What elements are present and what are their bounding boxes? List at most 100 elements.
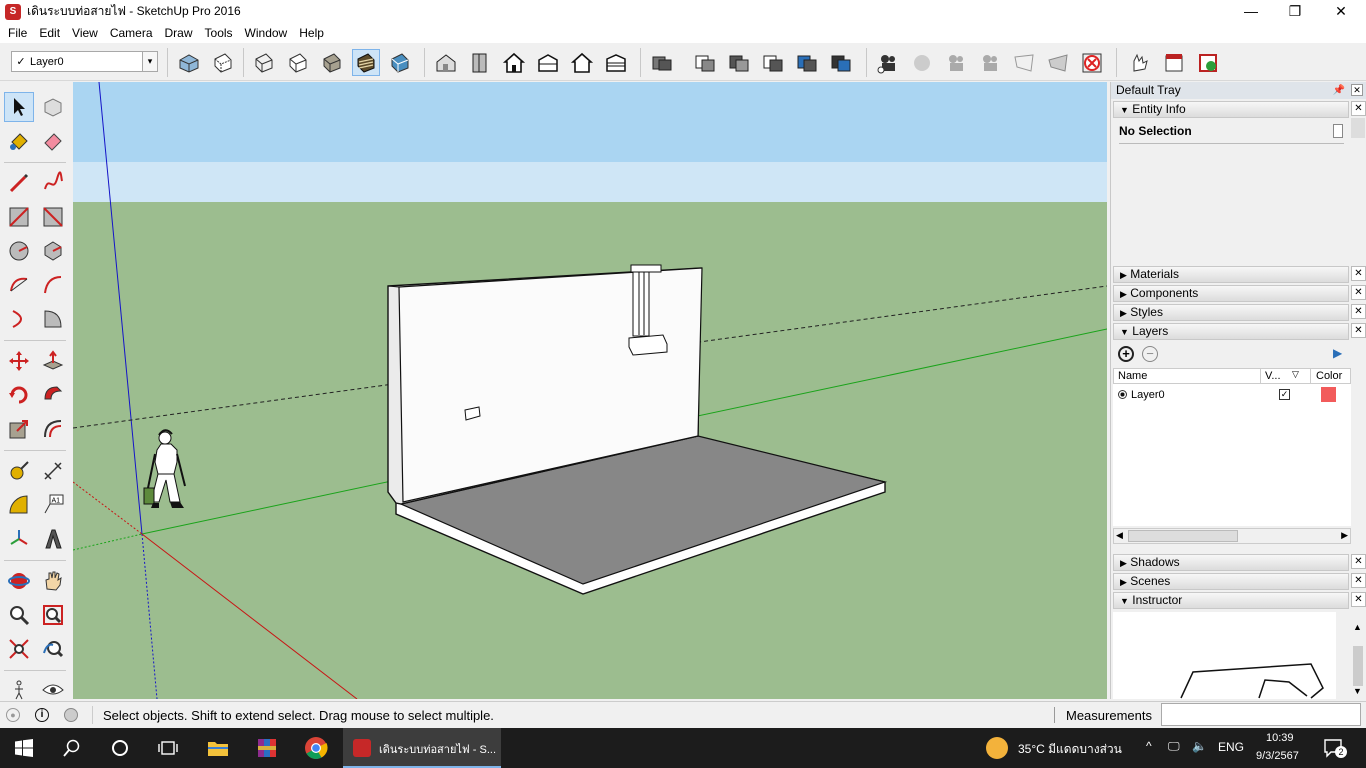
scene-canvas[interactable] <box>73 82 1107 699</box>
follow-me-icon[interactable] <box>38 380 68 410</box>
sketchup-app-icon[interactable]: S <box>5 3 21 20</box>
info-icon[interactable]: i <box>35 708 49 722</box>
menu-camera[interactable]: Camera <box>104 26 159 40</box>
maximize-button[interactable]: ❐ <box>1272 0 1318 23</box>
text-tool-icon[interactable]: A1 <box>38 490 68 520</box>
axes-tool-icon[interactable] <box>4 524 34 554</box>
active-layer-radio[interactable] <box>1118 390 1127 399</box>
two-point-arc-icon[interactable] <box>38 270 68 300</box>
right-view-icon[interactable] <box>534 49 562 76</box>
menu-edit[interactable]: Edit <box>33 26 66 40</box>
pan-tool-icon[interactable] <box>38 566 68 596</box>
scroll-thumb[interactable] <box>1353 646 1363 686</box>
rectangle-tool-icon[interactable] <box>4 202 34 232</box>
tray-close-icon[interactable]: ✕ <box>1351 84 1363 96</box>
scroll-down-icon[interactable]: ▼ <box>1353 686 1362 696</box>
weather-icon[interactable] <box>986 737 1008 759</box>
weather-text[interactable]: 35°C มีแดดบางส่วน <box>1018 740 1122 759</box>
measurements-input[interactable] <box>1161 703 1361 726</box>
protractor-icon[interactable] <box>4 490 34 520</box>
zoom-extents-icon[interactable] <box>4 634 34 664</box>
three-point-arc-icon[interactable] <box>4 304 34 334</box>
file-explorer-button[interactable] <box>194 728 242 768</box>
layer-row[interactable]: Layer0 ✓ <box>1113 387 1351 405</box>
network-icon[interactable]: 🖵 <box>1168 739 1180 754</box>
shaded-style-icon[interactable] <box>318 49 346 76</box>
panel-header-layers[interactable]: ▼ Layers ✕ <box>1113 323 1366 340</box>
clock-date[interactable]: 9/3/2567 <box>1256 750 1299 762</box>
camera-frustum-icon[interactable] <box>976 49 1004 76</box>
xray-style-icon[interactable] <box>175 49 203 76</box>
delete-layer-icon[interactable]: − <box>1142 346 1158 362</box>
freehand-tool-icon[interactable] <box>38 168 68 198</box>
polygon-tool-icon[interactable] <box>38 236 68 266</box>
circle-tool-icon[interactable] <box>4 236 34 266</box>
frustum-lines-icon[interactable] <box>1010 49 1038 76</box>
union-icon[interactable] <box>691 49 719 76</box>
extension-warehouse-icon[interactable] <box>1194 49 1222 76</box>
conduit-pipes[interactable] <box>632 267 650 337</box>
panel-close-icon[interactable]: ✕ <box>1351 592 1366 607</box>
add-layer-icon[interactable]: + <box>1118 346 1134 362</box>
chevron-down-icon[interactable]: ▾ <box>142 52 157 71</box>
panel-close-icon[interactable]: ✕ <box>1351 573 1366 588</box>
offset-tool-icon[interactable] <box>38 414 68 444</box>
scroll-thumb[interactable] <box>1128 530 1238 542</box>
dimension-tool-icon[interactable] <box>38 456 68 486</box>
menu-file[interactable]: File <box>2 26 33 40</box>
select-tool-icon[interactable] <box>4 92 34 122</box>
outer-shell-icon[interactable] <box>648 49 676 76</box>
chrome-button[interactable] <box>292 728 340 768</box>
input-language[interactable]: ENG <box>1218 740 1244 754</box>
zoom-tool-icon[interactable] <box>4 600 34 630</box>
menu-tools[interactable]: Tools <box>199 26 239 40</box>
scroll-right-icon[interactable]: ▶ <box>1341 530 1348 541</box>
panel-header-components[interactable]: ▶ Components ✕ <box>1113 285 1366 302</box>
move-tool-icon[interactable] <box>4 346 34 376</box>
start-button[interactable] <box>0 728 48 768</box>
layer-visible-checkbox[interactable]: ✓ <box>1279 389 1290 400</box>
iso-view-icon[interactable] <box>432 49 460 76</box>
instructor-scrollbar[interactable]: ▲ ▼ <box>1351 612 1365 699</box>
front-view-icon[interactable] <box>500 49 528 76</box>
clear-camera-icon[interactable] <box>1078 49 1106 76</box>
eraser-icon[interactable] <box>38 126 68 156</box>
layer-details-icon[interactable]: ▶ <box>1333 346 1347 362</box>
subtract-icon[interactable] <box>725 49 753 76</box>
panel-close-icon[interactable]: ✕ <box>1351 101 1366 116</box>
push-pull-icon[interactable] <box>38 346 68 376</box>
menu-draw[interactable]: Draw <box>159 26 199 40</box>
rotated-rectangle-icon[interactable] <box>38 202 68 232</box>
shaded-textures-style-icon[interactable] <box>352 49 380 76</box>
panel-header-instructor[interactable]: ▼ Instructor ✕ <box>1113 592 1366 609</box>
col-visible[interactable]: V... <box>1265 370 1281 382</box>
pin-icon[interactable]: 📌 <box>1333 82 1345 99</box>
left-view-icon[interactable] <box>602 49 630 76</box>
entity-scrollbar[interactable] <box>1351 118 1365 138</box>
cortana-button[interactable] <box>96 728 144 768</box>
wireframe-style-icon[interactable] <box>250 49 278 76</box>
upload-model-icon[interactable] <box>1160 49 1188 76</box>
panel-header-materials[interactable]: ▶ Materials ✕ <box>1113 266 1366 283</box>
hidden-line-style-icon[interactable] <box>284 49 312 76</box>
model-viewport[interactable] <box>73 82 1107 699</box>
minimize-button[interactable]: — <box>1228 0 1274 23</box>
make-component-icon[interactable] <box>38 92 68 122</box>
panel-close-icon[interactable]: ✕ <box>1351 304 1366 319</box>
layer-color-swatch[interactable] <box>1321 387 1336 402</box>
scroll-up-icon[interactable]: ▲ <box>1353 622 1362 632</box>
sandbox-hand-icon[interactable] <box>1126 49 1154 76</box>
col-name[interactable]: Name <box>1118 370 1147 382</box>
volume-icon[interactable]: 🔈 <box>1192 739 1207 753</box>
back-edges-style-icon[interactable] <box>209 49 237 76</box>
tray-overflow-icon[interactable]: ^ <box>1146 739 1152 753</box>
add-camera-icon[interactable] <box>874 49 902 76</box>
pie-tool-icon[interactable] <box>38 304 68 334</box>
panel-header-entity-info[interactable]: ▼ Entity Info ✕ <box>1113 101 1366 118</box>
panel-header-styles[interactable]: ▶ Styles ✕ <box>1113 304 1366 321</box>
panel-close-icon[interactable]: ✕ <box>1351 323 1366 338</box>
arc-tool-icon[interactable] <box>4 270 34 300</box>
layers-hscrollbar[interactable]: ◀ ▶ <box>1113 528 1351 544</box>
intersect-icon[interactable] <box>793 49 821 76</box>
orbit-tool-icon[interactable] <box>4 566 34 596</box>
